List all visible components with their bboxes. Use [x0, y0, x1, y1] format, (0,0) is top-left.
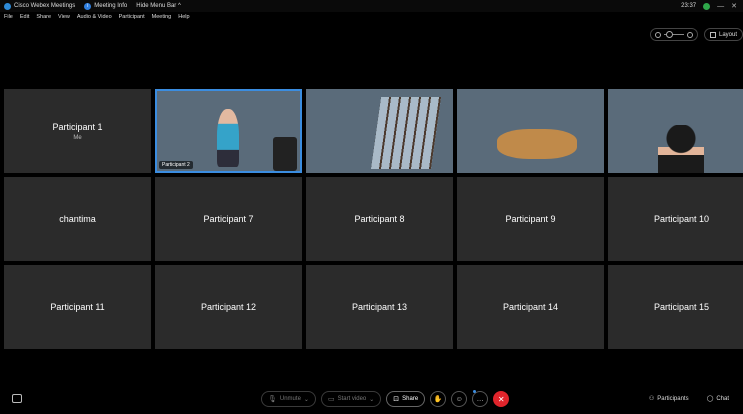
participant-name: Participant 11: [50, 302, 105, 312]
info-icon: i: [84, 2, 92, 10]
zoom-out-icon[interactable]: [654, 31, 661, 38]
grid-layout-icon: [709, 31, 716, 38]
control-group: 🎙 Unmute ⌄ ▭ Start video ⌄ ⊡ Share ✋ ☺ ……: [261, 391, 510, 407]
video-chair: [273, 137, 297, 171]
title-bar: Cisco Webex Meetings i Meeting Info Hide…: [0, 0, 743, 12]
video-person: [217, 109, 239, 167]
video-meeting-table: [497, 129, 577, 159]
participant-tile[interactable]: Participant 9: [457, 177, 604, 261]
participant-tile[interactable]: Participant 12: [155, 265, 302, 349]
participant-name: Participant 8: [354, 214, 405, 224]
chevron-down-icon[interactable]: ⌄: [369, 396, 374, 403]
participant-tile[interactable]: Participant 7: [155, 177, 302, 261]
chat-bubble-icon: ◯: [706, 396, 714, 402]
menu-meeting[interactable]: Meeting: [152, 14, 172, 20]
participant-video-tile[interactable]: Participant 2: [155, 89, 302, 173]
more-options-button[interactable]: …: [472, 391, 489, 407]
start-video-button[interactable]: ▭ Start video ⌄: [320, 391, 382, 407]
app-title: Cisco Webex Meetings: [0, 2, 75, 10]
menu-participant[interactable]: Participant: [119, 14, 145, 20]
video-name-label: Participant 2: [159, 161, 193, 169]
participant-video-tile[interactable]: [608, 89, 743, 173]
meeting-controls-bar: 🎙 Unmute ⌄ ▭ Start video ⌄ ⊡ Share ✋ ☺ ……: [0, 388, 743, 414]
person-icon: ⚇: [648, 396, 655, 402]
participant-tile[interactable]: Participant 8: [306, 177, 453, 261]
participant-tile[interactable]: chantima: [4, 177, 151, 261]
reactions-button[interactable]: ☺: [451, 391, 468, 407]
menu-bar: File Edit Share View Audio & Video Parti…: [0, 12, 743, 22]
hide-menu-bar-button[interactable]: Hide Menu Bar ^: [136, 3, 181, 9]
share-screen-icon: ⊡: [393, 396, 400, 403]
microphone-muted-icon: 🎙: [268, 396, 277, 403]
unmute-button[interactable]: 🎙 Unmute ⌄: [261, 391, 316, 407]
menu-audio-video[interactable]: Audio & Video: [77, 14, 112, 20]
participant-video-tile[interactable]: [457, 89, 604, 173]
participant-tile[interactable]: Participant 11: [4, 265, 151, 349]
shield-icon: [703, 2, 711, 10]
video-window: [370, 97, 442, 169]
clock: 23:37: [681, 3, 697, 9]
ellipsis-icon: …: [476, 395, 484, 403]
participant-tile[interactable]: Participant 15: [608, 265, 743, 349]
close-button[interactable]: ✕: [731, 2, 737, 10]
participant-tile[interactable]: Participant 13: [306, 265, 453, 349]
menu-file[interactable]: File: [4, 14, 13, 20]
chevron-down-icon[interactable]: ⌄: [304, 396, 309, 403]
participant-name: Participant 10: [653, 214, 710, 224]
participant-name: Participant 7: [203, 214, 254, 224]
video-person: [658, 125, 704, 173]
end-meeting-button[interactable]: ✕: [493, 391, 510, 407]
view-tools: Layout: [649, 28, 743, 41]
minimize-button[interactable]: —: [717, 3, 724, 10]
hand-icon: ✋: [433, 396, 443, 403]
meeting-info-button[interactable]: i Meeting Info: [84, 2, 127, 10]
notification-dot: [473, 390, 476, 393]
camera-off-icon: ▭: [327, 396, 335, 403]
menu-help[interactable]: Help: [178, 14, 189, 20]
participant-video-tile[interactable]: [306, 89, 453, 173]
participants-button[interactable]: ⚇ Participants: [648, 395, 689, 403]
layout-button[interactable]: Layout: [703, 28, 743, 41]
menu-edit[interactable]: Edit: [20, 14, 29, 20]
menu-view[interactable]: View: [58, 14, 70, 20]
panel-toggles: ⚇ Participants ◯ Chat: [648, 395, 729, 403]
participant-grid: Participant 1 Me Participant 2 chantima …: [4, 89, 743, 349]
chat-button[interactable]: ◯ Chat: [706, 395, 729, 403]
raise-hand-button[interactable]: ✋: [430, 391, 447, 407]
self-indicator: Me: [73, 134, 82, 141]
menu-share[interactable]: Share: [36, 14, 51, 20]
participant-tile[interactable]: Participant 1 Me: [4, 89, 151, 173]
zoom-thumb[interactable]: [665, 31, 673, 38]
smiley-icon: ☺: [455, 395, 463, 403]
participant-name: chantima: [59, 214, 96, 224]
participant-name: Participant 15: [653, 302, 710, 312]
participant-name: Participant 1: [52, 121, 103, 132]
participant-name: Participant 9: [505, 214, 556, 224]
participant-tile[interactable]: Participant 14: [457, 265, 604, 349]
zoom-slider[interactable]: [649, 28, 698, 41]
zoom-in-icon[interactable]: [686, 31, 693, 38]
webex-logo-icon: [4, 2, 11, 10]
participant-name: Participant 13: [351, 302, 408, 312]
zoom-track[interactable]: [663, 31, 684, 38]
participant-name: Participant 12: [200, 302, 257, 312]
close-icon: ✕: [497, 394, 505, 404]
participant-tile[interactable]: Participant 10: [608, 177, 743, 261]
share-button[interactable]: ⊡ Share: [386, 391, 426, 407]
captions-icon[interactable]: [12, 394, 22, 403]
participant-name: Participant 14: [502, 302, 559, 312]
